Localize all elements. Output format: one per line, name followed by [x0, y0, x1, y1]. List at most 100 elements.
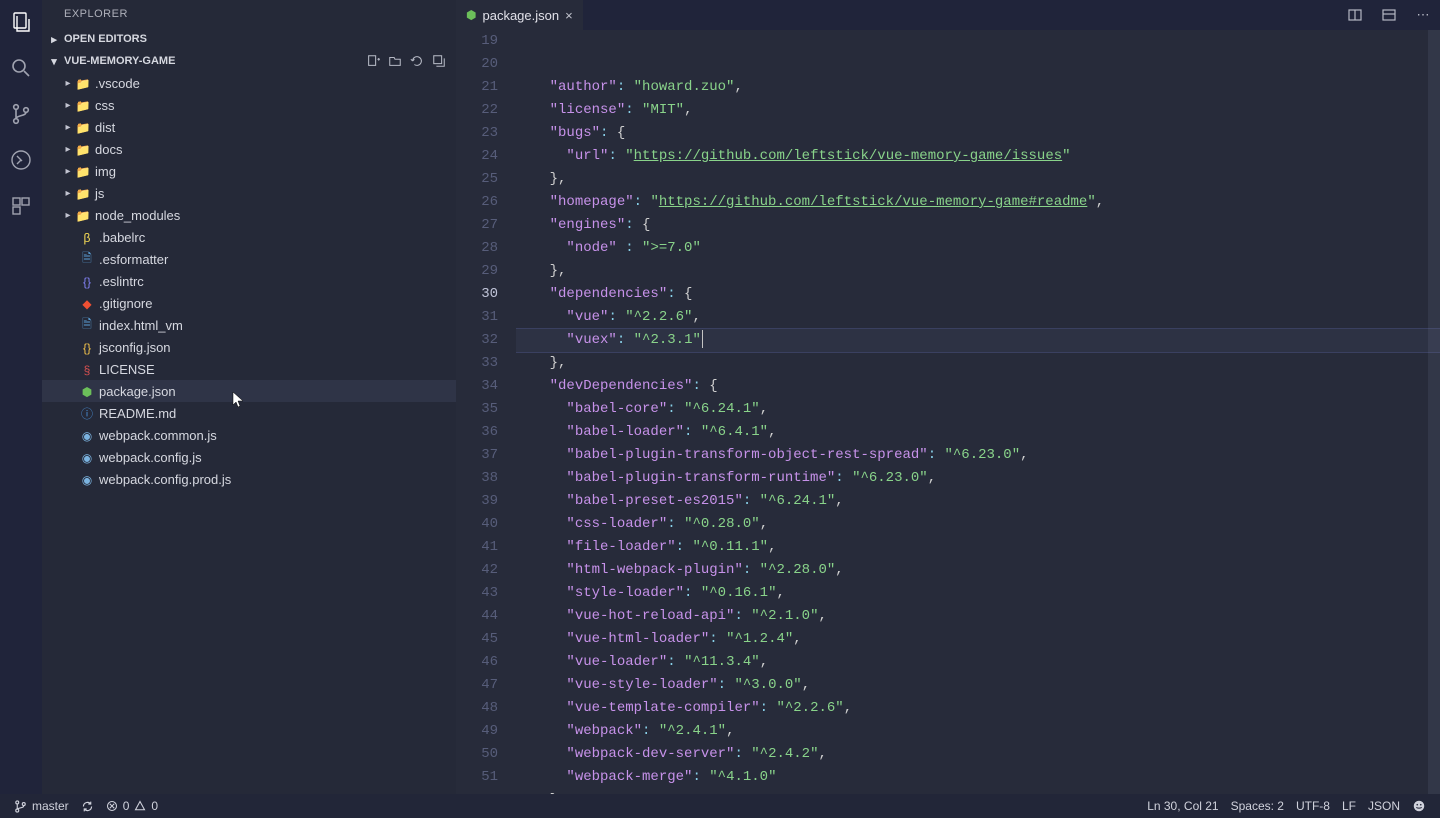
- chevron-right-icon: ▸: [62, 100, 74, 111]
- tree-label: .gitignore: [99, 296, 152, 311]
- branch-name: master: [32, 799, 69, 813]
- file--gitignore[interactable]: ◆.gitignore: [42, 292, 456, 314]
- chevron-right-icon: ▸: [62, 166, 74, 177]
- file-license[interactable]: §LICENSE: [42, 358, 456, 380]
- tree-label: webpack.config.js: [99, 450, 202, 465]
- file-webpack-common-js[interactable]: ◉webpack.common.js: [42, 424, 456, 446]
- json-icon: {}: [78, 340, 96, 355]
- chevron-right-icon: ▸: [62, 210, 74, 221]
- folder-node-modules[interactable]: ▸📁node_modules: [42, 204, 456, 226]
- npm-icon: ⬢: [78, 384, 96, 399]
- new-file-icon[interactable]: [362, 50, 384, 72]
- babel-icon: β: [78, 230, 96, 245]
- feedback-icon[interactable]: [1406, 799, 1432, 813]
- webpack-icon: ◉: [78, 428, 96, 443]
- tree-label: docs: [95, 142, 122, 157]
- tree-label: dist: [95, 120, 115, 135]
- scrollbar[interactable]: [1428, 30, 1440, 794]
- tree-label: js: [95, 186, 104, 201]
- file-readme-md[interactable]: ⓘREADME.md: [42, 402, 456, 424]
- license-icon: §: [78, 362, 96, 377]
- eslint-icon: {}: [78, 274, 96, 289]
- extensions-icon[interactable]: [7, 192, 35, 220]
- cursor-position[interactable]: Ln 30, Col 21: [1141, 799, 1224, 813]
- more-icon[interactable]: ⋯: [1406, 0, 1440, 30]
- tree-label: .babelrc: [99, 230, 145, 245]
- tree-label: index.html_vm: [99, 318, 183, 333]
- file-icon: 🗎: [78, 315, 96, 336]
- folder-dist[interactable]: ▸📁dist: [42, 116, 456, 138]
- refresh-icon[interactable]: [406, 50, 428, 72]
- chevron-right-icon: ▸: [48, 33, 60, 46]
- chevron-right-icon: ▸: [62, 188, 74, 199]
- sidebar: EXPLORER ▸ OPEN EDITORS ▾ VUE-MEMORY-GAM…: [42, 0, 456, 794]
- git-icon: ◆: [78, 296, 96, 311]
- file--esformatter[interactable]: 🗎.esformatter: [42, 248, 456, 270]
- project-header[interactable]: ▾ VUE-MEMORY-GAME: [42, 50, 456, 72]
- folder-docs[interactable]: ▸📁docs: [42, 138, 456, 160]
- editor[interactable]: 1920212223242526272829303132333435363738…: [456, 30, 1440, 794]
- folder--vscode[interactable]: ▸📁.vscode: [42, 72, 456, 94]
- tree-label: .vscode: [95, 76, 140, 91]
- chevron-right-icon: ▸: [62, 78, 74, 89]
- tab-package-json[interactable]: ⬢ package.json ×: [456, 0, 583, 30]
- tab-label: package.json: [482, 8, 559, 23]
- indent-indicator[interactable]: Spaces: 2: [1225, 799, 1290, 813]
- sync-button[interactable]: [75, 800, 100, 813]
- close-icon[interactable]: ×: [565, 8, 573, 23]
- tree-label: jsconfig.json: [99, 340, 171, 355]
- folder-js[interactable]: ▸📁js: [42, 182, 456, 204]
- file--babelrc[interactable]: β.babelrc: [42, 226, 456, 248]
- folder-img[interactable]: ▸📁img: [42, 160, 456, 182]
- tree-label: package.json: [99, 384, 176, 399]
- editor-area: ⬢ package.json × ⋯ 192021222324252627282…: [456, 0, 1440, 794]
- layout-icon[interactable]: [1372, 0, 1406, 30]
- new-folder-icon[interactable]: [384, 50, 406, 72]
- folder-icon: 📁: [74, 164, 92, 179]
- tree-label: webpack.common.js: [99, 428, 217, 443]
- folder-icon: 📁: [74, 98, 92, 113]
- sidebar-title: EXPLORER: [42, 0, 456, 28]
- folder-css[interactable]: ▸📁css: [42, 94, 456, 116]
- tree-label: LICENSE: [99, 362, 155, 377]
- file-icon: 🗎: [78, 249, 96, 270]
- chevron-down-icon: ▾: [48, 55, 60, 68]
- language-indicator[interactable]: JSON: [1362, 799, 1406, 813]
- eol-indicator[interactable]: LF: [1336, 799, 1362, 813]
- collapse-all-icon[interactable]: [428, 50, 450, 72]
- warnings-count: 0: [151, 799, 158, 813]
- problems-indicator[interactable]: 0 0: [100, 799, 164, 813]
- tree-label: .eslintrc: [99, 274, 144, 289]
- branch-indicator[interactable]: master: [8, 799, 75, 813]
- readme-icon: ⓘ: [78, 405, 96, 422]
- split-editor-icon[interactable]: [1338, 0, 1372, 30]
- file--eslintrc[interactable]: {}.eslintrc: [42, 270, 456, 292]
- tree-label: node_modules: [95, 208, 180, 223]
- tree-label: img: [95, 164, 116, 179]
- folder-icon: 📁: [74, 76, 92, 91]
- debug-icon[interactable]: [7, 146, 35, 174]
- search-icon[interactable]: [7, 54, 35, 82]
- webpack-icon: ◉: [78, 472, 96, 487]
- npm-icon: ⬢: [466, 8, 476, 22]
- file-webpack-config-js[interactable]: ◉webpack.config.js: [42, 446, 456, 468]
- line-gutter: 1920212223242526272829303132333435363738…: [456, 30, 516, 794]
- chevron-right-icon: ▸: [62, 144, 74, 155]
- explorer-icon[interactable]: [7, 8, 35, 36]
- folder-icon: 📁: [74, 142, 92, 157]
- file-package-json[interactable]: ⬢package.json: [42, 380, 456, 402]
- errors-count: 0: [123, 799, 130, 813]
- file-jsconfig-json[interactable]: {}jsconfig.json: [42, 336, 456, 358]
- folder-icon: 📁: [74, 120, 92, 135]
- activity-bar: [0, 0, 42, 794]
- code-content[interactable]: "author": "howard.zuo", "license": "MIT"…: [516, 30, 1440, 794]
- folder-node-icon: 📁: [74, 208, 92, 223]
- file-tree[interactable]: ▸📁.vscode▸📁css▸📁dist▸📁docs▸📁img▸📁js▸📁nod…: [42, 72, 456, 794]
- open-editors-header[interactable]: ▸ OPEN EDITORS: [42, 28, 456, 50]
- file-webpack-config-prod-js[interactable]: ◉webpack.config.prod.js: [42, 468, 456, 490]
- git-branch-icon[interactable]: [7, 100, 35, 128]
- file-index-html-vm[interactable]: 🗎index.html_vm: [42, 314, 456, 336]
- project-name: VUE-MEMORY-GAME: [64, 55, 175, 67]
- tree-label: README.md: [99, 406, 176, 421]
- encoding-indicator[interactable]: UTF-8: [1290, 799, 1336, 813]
